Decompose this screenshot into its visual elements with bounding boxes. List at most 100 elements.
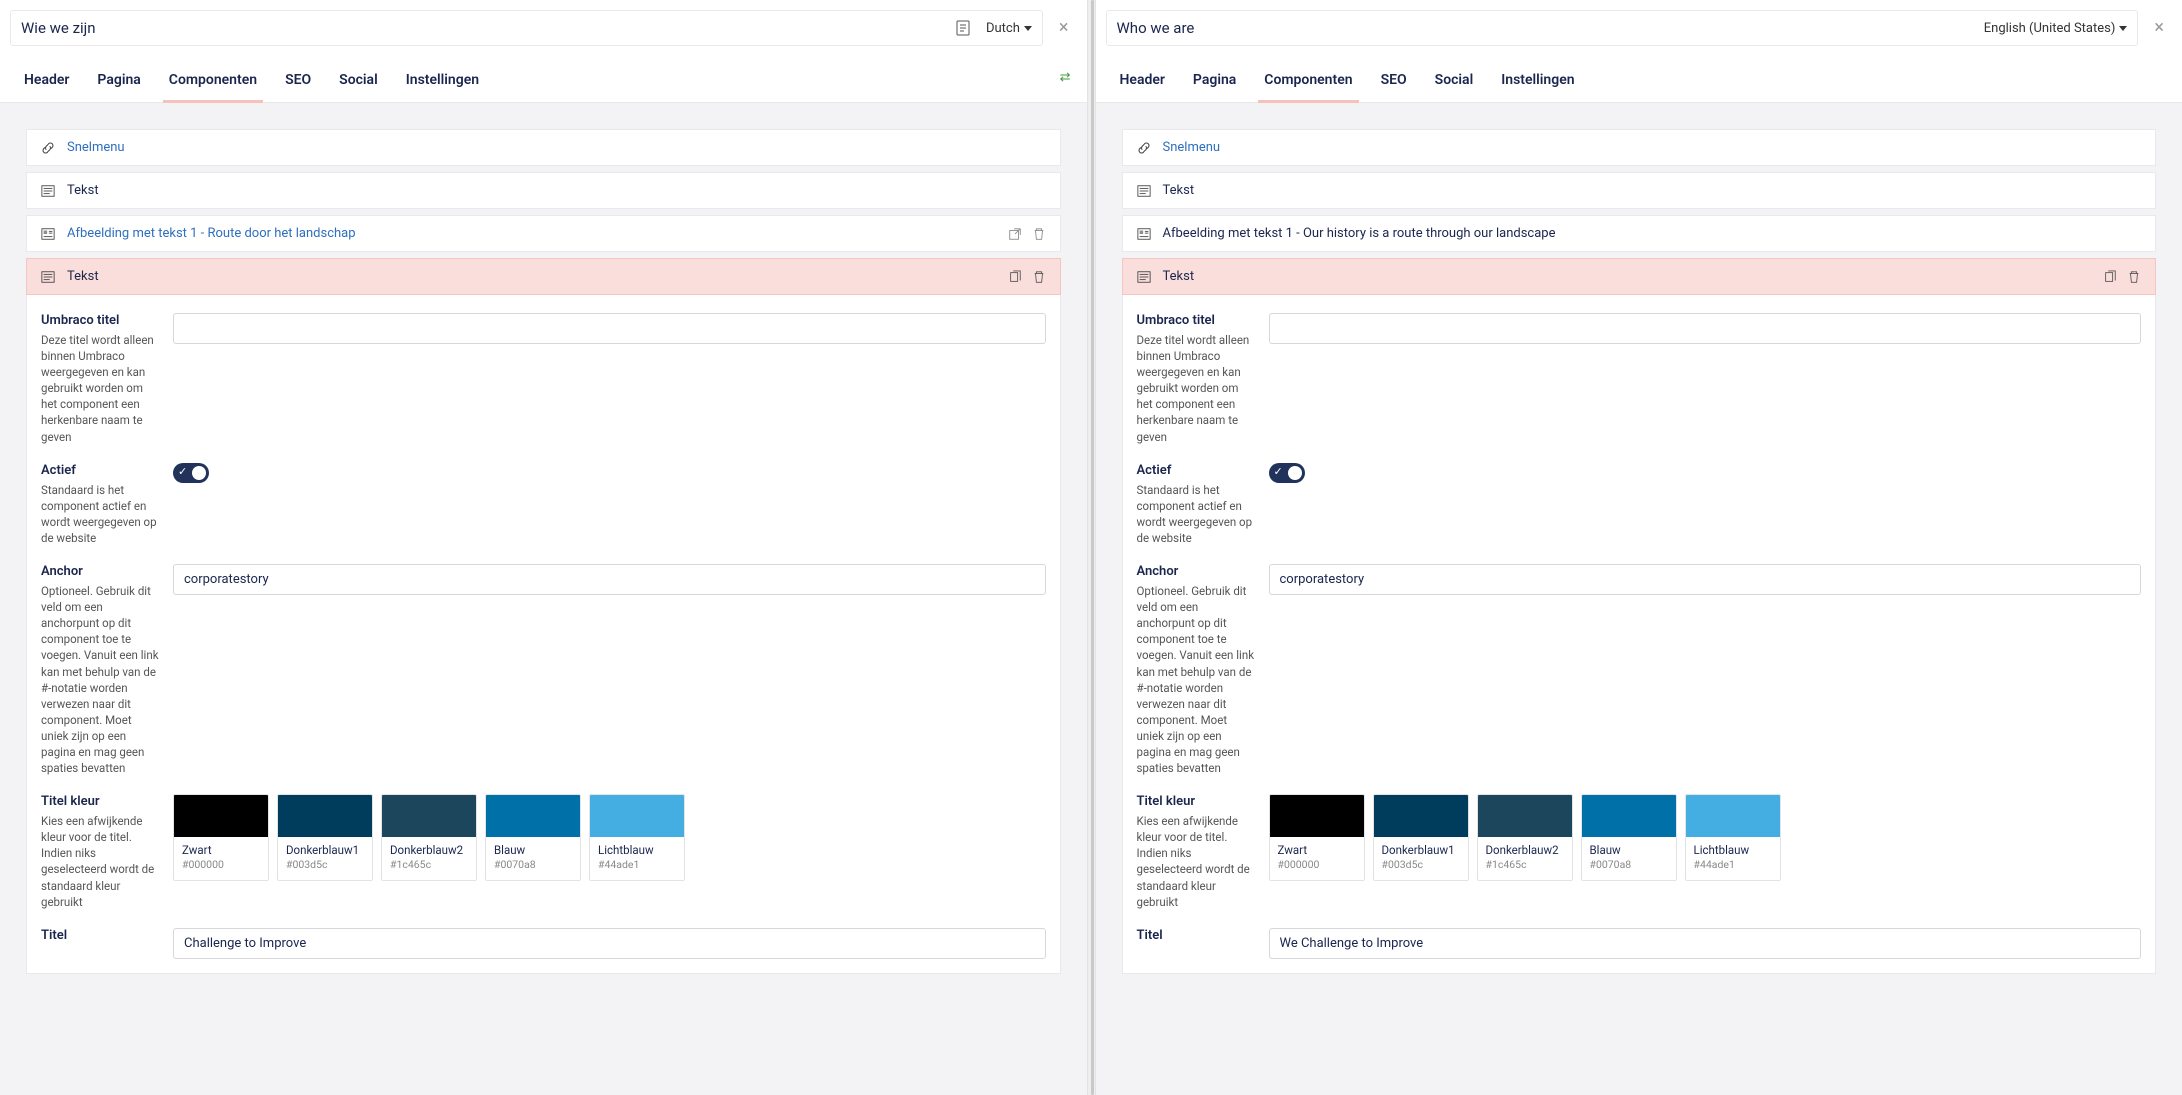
close-pane-button[interactable]: × [2154,19,2164,37]
anchor-input[interactable] [173,564,1046,595]
color-swatch-grid-right: Zwart#000000Donkerblauw1#003d5cDonkerbla… [1269,794,2142,881]
delete-icon[interactable] [1032,227,1046,241]
tab-instellingen[interactable]: Instellingen [1501,58,1574,102]
swatch-name: Zwart [1278,843,1356,858]
color-swatch[interactable]: Zwart#000000 [1269,794,1365,881]
titel-input[interactable] [173,928,1046,959]
swatch-hex: #44ade1 [598,858,676,872]
split-gutter[interactable] [1087,0,1096,1095]
tabs-right: Header Pagina Componenten SEO Social Ins… [1096,58,2182,103]
copy-icon[interactable] [2103,270,2117,284]
block-afbeelding[interactable]: Afbeelding met tekst 1 - Route door het … [26,215,1061,252]
tab-componenten[interactable]: Componenten [169,58,257,102]
tab-social[interactable]: Social [1435,58,1474,102]
block-snelmenu[interactable]: Snelmenu [1122,129,2157,166]
pane-header-left: Wie we zijn Dutch × [0,0,1087,48]
check-icon: ✓ [178,465,187,478]
tab-social[interactable]: Social [339,58,378,102]
umbraco-titel-input[interactable] [173,313,1046,344]
swatch-color [1270,795,1364,837]
anchor-input[interactable] [1269,564,2142,595]
color-swatch[interactable]: Blauw#0070a8 [485,794,581,881]
field-titel: Titel [1137,928,2142,959]
language-selector[interactable]: Dutch [986,21,1032,36]
block-label: Tekst [67,269,99,284]
field-description: Standaard is het component actief en wor… [41,482,161,546]
check-icon: ✓ [1274,465,1283,478]
block-label: Tekst [1163,269,1195,284]
tab-seo[interactable]: SEO [1381,58,1407,102]
copy-icon[interactable] [1008,270,1022,284]
color-swatch[interactable]: Zwart#000000 [173,794,269,881]
sync-icon[interactable]: ⇄ [1060,70,1071,85]
block-label: Snelmenu [67,140,125,155]
color-swatch-grid-left: Zwart#000000Donkerblauw1#003d5cDonkerbla… [173,794,1046,881]
actief-toggle[interactable]: ✓ [173,463,209,483]
language-selector[interactable]: English (United States) [1984,21,2128,36]
delete-icon[interactable] [1032,270,1046,284]
swatch-meta: Lichtblauw#44ade1 [590,837,684,880]
swatch-hex: #000000 [182,858,260,872]
field-description: Optioneel. Gebruik dit veld om een ancho… [1137,583,1257,776]
block-tekst-expanded-body: Umbraco titel Deze titel wordt alleen bi… [26,295,1061,974]
swatch-color [278,795,372,837]
chevron-down-icon [2119,26,2127,31]
block-afbeelding[interactable]: Afbeelding met tekst 1 - Our history is … [1122,215,2157,252]
tab-componenten[interactable]: Componenten [1264,58,1352,102]
text-block-icon [41,184,55,198]
image-text-icon [41,227,55,241]
field-anchor: Anchor Optioneel. Gebruik dit veld om ee… [41,564,1046,776]
titel-input[interactable] [1269,928,2142,959]
color-swatch[interactable]: Lichtblauw#44ade1 [1685,794,1781,881]
text-block-icon [1137,270,1151,284]
color-swatch[interactable]: Donkerblauw2#1c465c [1477,794,1573,881]
swatch-name: Donkerblauw2 [390,843,468,858]
umbraco-titel-input[interactable] [1269,313,2142,344]
text-block-icon [1137,184,1151,198]
tab-header[interactable]: Header [1120,58,1165,102]
pane-right: Who we are English (United States) × Hea… [1096,0,2182,1095]
field-description: Deze titel wordt alleen binnen Umbraco w… [41,332,161,445]
swatch-hex: #1c465c [390,858,468,872]
image-text-icon [1137,227,1151,241]
field-label: Anchor [41,564,161,579]
open-external-icon[interactable] [1008,227,1022,241]
actief-toggle[interactable]: ✓ [1269,463,1305,483]
block-snelmenu[interactable]: Snelmenu [26,129,1061,166]
page-title: Who we are [1117,19,1968,37]
link-icon [1137,141,1151,155]
page-title-input[interactable]: Wie we zijn Dutch [10,10,1043,46]
color-swatch[interactable]: Donkerblauw1#003d5c [1373,794,1469,881]
swatch-name: Blauw [1590,843,1668,858]
swatch-meta: Donkerblauw1#003d5c [278,837,372,880]
field-titel-kleur: Titel kleur Kies een afwijkende kleur vo… [41,794,1046,910]
swatch-name: Donkerblauw2 [1486,843,1564,858]
close-pane-button[interactable]: × [1059,19,1069,37]
block-label: Afbeelding met tekst 1 - Route door het … [67,226,356,241]
color-swatch[interactable]: Blauw#0070a8 [1581,794,1677,881]
swatch-hex: #1c465c [1486,858,1564,872]
tab-seo[interactable]: SEO [285,58,311,102]
tab-header[interactable]: Header [24,58,69,102]
tab-pagina[interactable]: Pagina [97,58,140,102]
chevron-down-icon [1024,26,1032,31]
field-label: Umbraco titel [41,313,161,328]
color-swatch[interactable]: Donkerblauw2#1c465c [381,794,477,881]
color-swatch[interactable]: Donkerblauw1#003d5c [277,794,373,881]
swatch-name: Zwart [182,843,260,858]
block-label: Tekst [1163,183,1195,198]
block-label: Snelmenu [1163,140,1221,155]
tabs-left: Header Pagina Componenten SEO Social Ins… [0,58,1087,103]
page-title-input[interactable]: Who we are English (United States) [1106,10,2139,46]
info-icon[interactable] [956,20,970,36]
tab-instellingen[interactable]: Instellingen [406,58,479,102]
block-tekst-expanded-header[interactable]: Tekst [1122,258,2157,295]
swatch-meta: Blauw#0070a8 [486,837,580,880]
block-tekst-1[interactable]: Tekst [1122,172,2157,209]
block-tekst-1[interactable]: Tekst [26,172,1061,209]
tab-pagina[interactable]: Pagina [1193,58,1236,102]
color-swatch[interactable]: Lichtblauw#44ade1 [589,794,685,881]
block-label: Afbeelding met tekst 1 - Our history is … [1163,226,1556,241]
delete-icon[interactable] [2127,270,2141,284]
block-tekst-expanded-header[interactable]: Tekst [26,258,1061,295]
